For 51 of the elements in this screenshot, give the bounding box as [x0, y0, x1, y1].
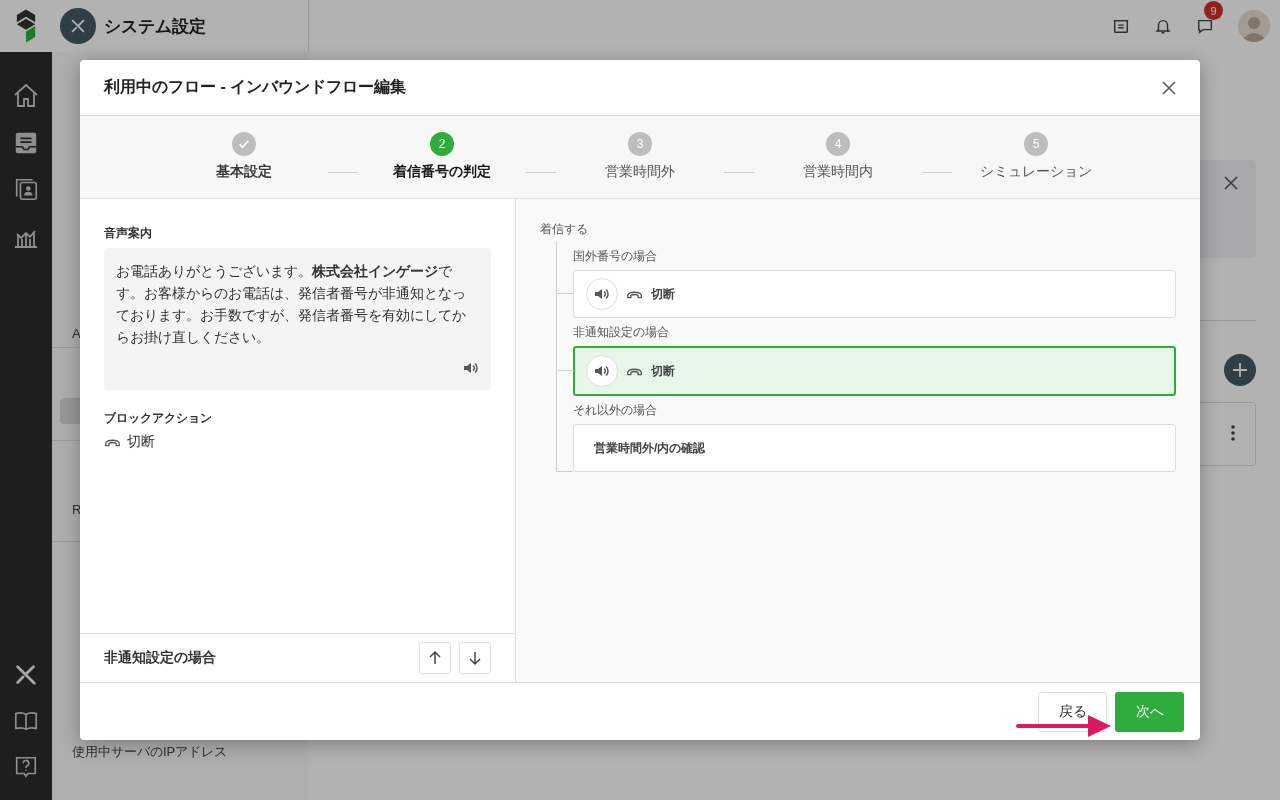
arrow-up-icon [427, 650, 443, 666]
step-label: 基本設定 [216, 163, 272, 181]
action-text: 切断 [651, 362, 675, 380]
close-icon [1162, 80, 1176, 95]
speaker-icon [594, 286, 610, 302]
branch-label: 非通知設定の場合 [573, 324, 670, 341]
sidebar-item[interactable]: 使用中サーバのIPアドレス [60, 738, 300, 766]
arrow-down-icon [467, 650, 483, 666]
close-icon[interactable] [1224, 176, 1238, 190]
action-text: 切断 [127, 433, 155, 451]
notification-badge: 9 [1204, 1, 1223, 20]
step-number: 5 [1024, 132, 1048, 156]
help-icon[interactable] [13, 754, 39, 780]
next-block-text: 営業時間外/内の確認 [593, 439, 706, 457]
plus-icon [1232, 362, 1248, 378]
close-button[interactable] [1162, 80, 1176, 95]
hang-up-icon [104, 437, 121, 447]
branch-label: それ以外の場合 [573, 402, 658, 419]
chat-icon[interactable] [1196, 17, 1214, 35]
dialog-title: 利用中のフロー - インバウンドフロー編集 [104, 77, 407, 97]
step-label: シミュレーション [980, 163, 1092, 181]
section-label: 音声案内 [104, 225, 153, 242]
more-icon[interactable] [1231, 425, 1235, 441]
add-button[interactable] [1224, 354, 1256, 386]
app-title: システム設定 [104, 15, 206, 38]
step-number: 2 [430, 132, 454, 156]
move-down-button[interactable] [459, 642, 491, 674]
play-button[interactable] [586, 355, 618, 387]
logo-icon[interactable] [15, 8, 37, 44]
section-label: ブロックアクション [104, 410, 213, 427]
home-icon[interactable] [12, 82, 40, 110]
bell-icon[interactable] [1154, 17, 1172, 35]
branch-title: 非通知設定の場合 [104, 649, 216, 667]
branch-label: 国外番号の場合 [573, 248, 658, 265]
step-number: 3 [628, 132, 652, 156]
move-up-button[interactable] [419, 642, 451, 674]
speaker-icon [463, 360, 479, 376]
hang-up-icon [626, 289, 643, 299]
step-label: 営業時間内 [803, 163, 873, 181]
inbox-icon[interactable] [13, 130, 39, 156]
play-button[interactable] [586, 278, 618, 310]
action-text: 切断 [651, 285, 675, 303]
step-number: 4 [826, 132, 850, 156]
step-label: 着信番号の判定 [393, 163, 491, 181]
hang-up-icon [626, 366, 643, 376]
ticket-icon[interactable] [1112, 17, 1130, 35]
contacts-icon[interactable] [13, 176, 39, 202]
speaker-icon [594, 363, 610, 379]
step-label: 営業時間外 [605, 163, 675, 181]
flow-root-label: 着信する [540, 221, 589, 238]
voice-message-text: お電話ありがとうございます。株式会社インゲージです。お客様からのお電話は、発信者番号が非通知となっております。お手数ですが、発信者番号を有効にしてからお掛け直しください。 [116, 262, 467, 347]
